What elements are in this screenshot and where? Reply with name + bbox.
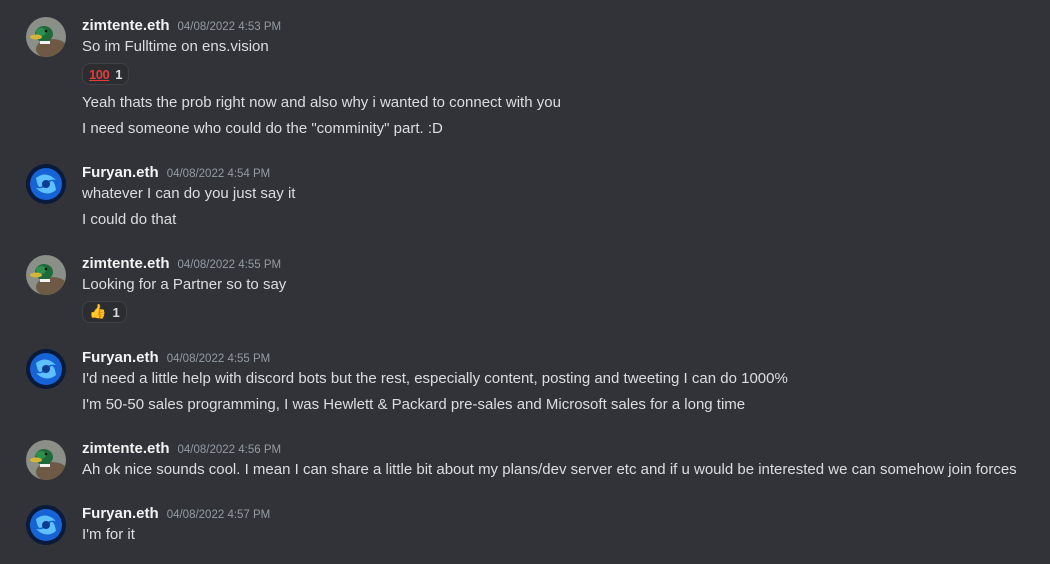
- timestamp: 04/08/2022 4:54 PM: [166, 168, 271, 180]
- blue-swirl-avatar[interactable]: [26, 349, 66, 389]
- username[interactable]: Furyan.eth: [82, 164, 159, 181]
- message-text: I could do that: [82, 211, 177, 228]
- message-text: I'm for it: [82, 526, 135, 543]
- message-text: Ah ok nice sounds cool. I mean I can sha…: [82, 461, 1017, 478]
- message-header: Furyan.eth 04/08/2022 4:57 PM: [82, 505, 270, 525]
- duck-avatar[interactable]: [26, 255, 66, 295]
- message-text: Yeah thats the prob right now and also w…: [82, 94, 561, 111]
- message-text: I'd need a little help with discord bots…: [82, 370, 788, 387]
- username[interactable]: zimtente.eth: [82, 17, 170, 34]
- username[interactable]: Furyan.eth: [82, 505, 159, 522]
- message-text: whatever I can do you just say it: [82, 185, 296, 202]
- reaction-count: 1: [112, 304, 120, 320]
- message-text: I'm 50-50 sales programming, I was Hewle…: [82, 396, 746, 413]
- message-header: zimtente.eth 04/08/2022 4:56 PM: [82, 440, 281, 460]
- username[interactable]: Furyan.eth: [82, 349, 159, 366]
- blue-swirl-avatar[interactable]: [26, 505, 66, 545]
- reaction-pill[interactable]: 100 1: [82, 63, 130, 85]
- timestamp: 04/08/2022 4:57 PM: [166, 509, 271, 521]
- duck-avatar[interactable]: [26, 440, 66, 480]
- timestamp: 04/08/2022 4:53 PM: [177, 21, 282, 33]
- timestamp: 04/08/2022 4:56 PM: [177, 444, 282, 456]
- message-text: I need someone who could do the "commini…: [82, 120, 443, 137]
- timestamp: 04/08/2022 4:55 PM: [177, 259, 282, 271]
- reaction-pill[interactable]: 👍 1: [82, 301, 127, 323]
- message-text: Looking for a Partner so to say: [82, 276, 287, 293]
- reaction-count: 1: [115, 66, 123, 82]
- message-header: Furyan.eth 04/08/2022 4:55 PM: [82, 349, 270, 369]
- blue-swirl-avatar[interactable]: [26, 164, 66, 204]
- username[interactable]: zimtente.eth: [82, 440, 170, 457]
- username[interactable]: zimtente.eth: [82, 255, 170, 272]
- thumbs-up-icon: 👍: [89, 304, 107, 320]
- message-text: So im Fulltime on ens.vision: [82, 38, 269, 55]
- message-header: Furyan.eth 04/08/2022 4:54 PM: [82, 164, 270, 184]
- message-header: zimtente.eth 04/08/2022 4:53 PM: [82, 17, 281, 37]
- timestamp: 04/08/2022 4:55 PM: [166, 353, 271, 365]
- duck-avatar[interactable]: [26, 17, 66, 57]
- message-header: zimtente.eth 04/08/2022 4:55 PM: [82, 255, 281, 275]
- chat-messages: zimtente.eth 04/08/2022 4:53 PM So im Fu…: [0, 0, 1050, 564]
- hundred-points-icon: 100: [89, 66, 110, 82]
